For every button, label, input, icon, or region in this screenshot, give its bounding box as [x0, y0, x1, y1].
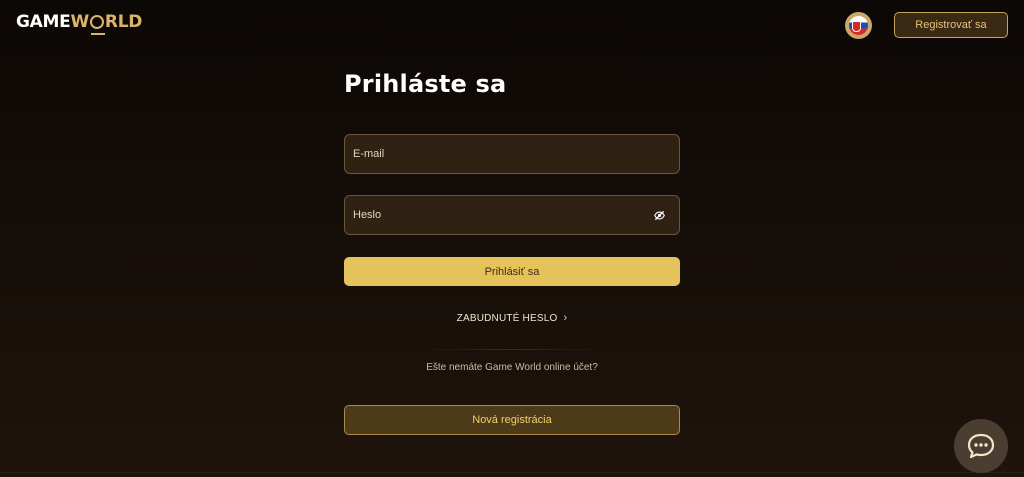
- chevron-right-icon: ›: [563, 312, 568, 324]
- logo-text-w: W: [70, 12, 89, 32]
- no-account-text: Ešte nemáte Game World online účet?: [426, 362, 598, 373]
- language-selector[interactable]: [845, 12, 872, 39]
- chat-bubble-icon: [967, 433, 995, 459]
- new-registration-button[interactable]: Nová registrácia: [344, 405, 680, 435]
- logo-text-game: GAME: [16, 12, 71, 32]
- forgot-password-link[interactable]: ZABUDNUTÉ HESLO ›: [344, 312, 680, 324]
- password-field-wrapper: [344, 195, 680, 235]
- footer-divider: [0, 472, 1024, 473]
- forgot-password-label: ZABUDNUTÉ HESLO: [456, 312, 558, 324]
- page-title: Prihláste sa: [344, 70, 507, 98]
- header: GAME W RLD Registrovať sa: [0, 0, 1024, 50]
- divider: [419, 349, 605, 350]
- chat-button[interactable]: [954, 419, 1008, 473]
- gameworld-logo[interactable]: GAME W RLD: [16, 12, 142, 32]
- register-button[interactable]: Registrovať sa: [894, 12, 1008, 38]
- password-field[interactable]: [345, 196, 679, 234]
- logo-text-rld: RLD: [104, 12, 143, 32]
- email-field-wrapper: [344, 134, 680, 174]
- login-button[interactable]: Prihlásiť sa: [344, 257, 680, 286]
- slovakia-flag-icon: [849, 16, 868, 35]
- logo-ball-icon: [89, 15, 104, 29]
- logo-underline: [91, 33, 105, 35]
- email-field[interactable]: [345, 135, 679, 173]
- eye-slash-icon[interactable]: [654, 210, 665, 221]
